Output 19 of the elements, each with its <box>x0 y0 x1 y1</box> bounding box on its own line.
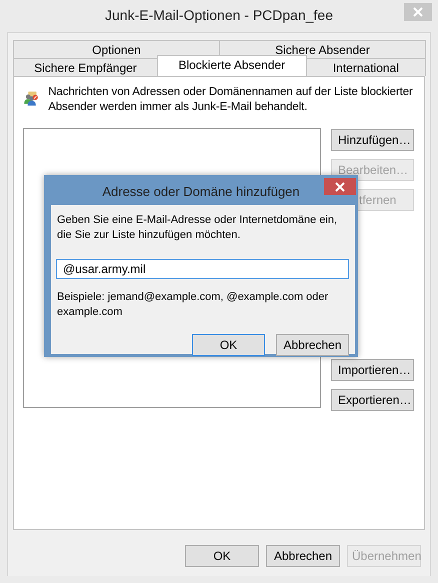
prompt-text: Geben Sie eine E-Mail-Adresse oder Internetdomäne ein, die Sie zur Liste hinzufügen möchten. <box>57 213 338 243</box>
ok-button[interactable]: OK <box>192 334 265 356</box>
cancel-button[interactable]: Abbrechen <box>266 545 340 567</box>
tab[interactable]: Sichere Absender <box>219 40 426 58</box>
description-text: Nachrichten von Adressen oder Domänennamen auf der Liste blockierter Absender werden immer als Junk-E-Mail behandelt. <box>48 85 414 115</box>
tab[interactable]: Optionen <box>13 40 220 58</box>
side-button[interactable]: Hinzufügen… <box>331 129 414 151</box>
ok-button[interactable]: OK <box>185 545 259 567</box>
side-button[interactable]: Exportieren… <box>331 389 414 411</box>
tab[interactable]: Sichere Empfänger <box>13 58 158 76</box>
tab[interactable]: International <box>306 58 426 76</box>
cancel-button[interactable]: Abbrechen <box>276 334 349 356</box>
dialog-title: Adresse oder Domäne hinzufügen <box>102 184 300 198</box>
address-field[interactable]: @usar.army.mil <box>56 259 349 279</box>
close-icon[interactable] <box>324 178 356 195</box>
side-button[interactable]: Importieren… <box>331 359 414 381</box>
window-title: Junk-E-Mail-Optionen - PCDpan_fee <box>105 7 333 23</box>
examples-text: Beispiele: jemand@example.com, @example.com oder example.com <box>57 290 330 320</box>
tab[interactable]: Blockierte Absender <box>156 55 307 76</box>
